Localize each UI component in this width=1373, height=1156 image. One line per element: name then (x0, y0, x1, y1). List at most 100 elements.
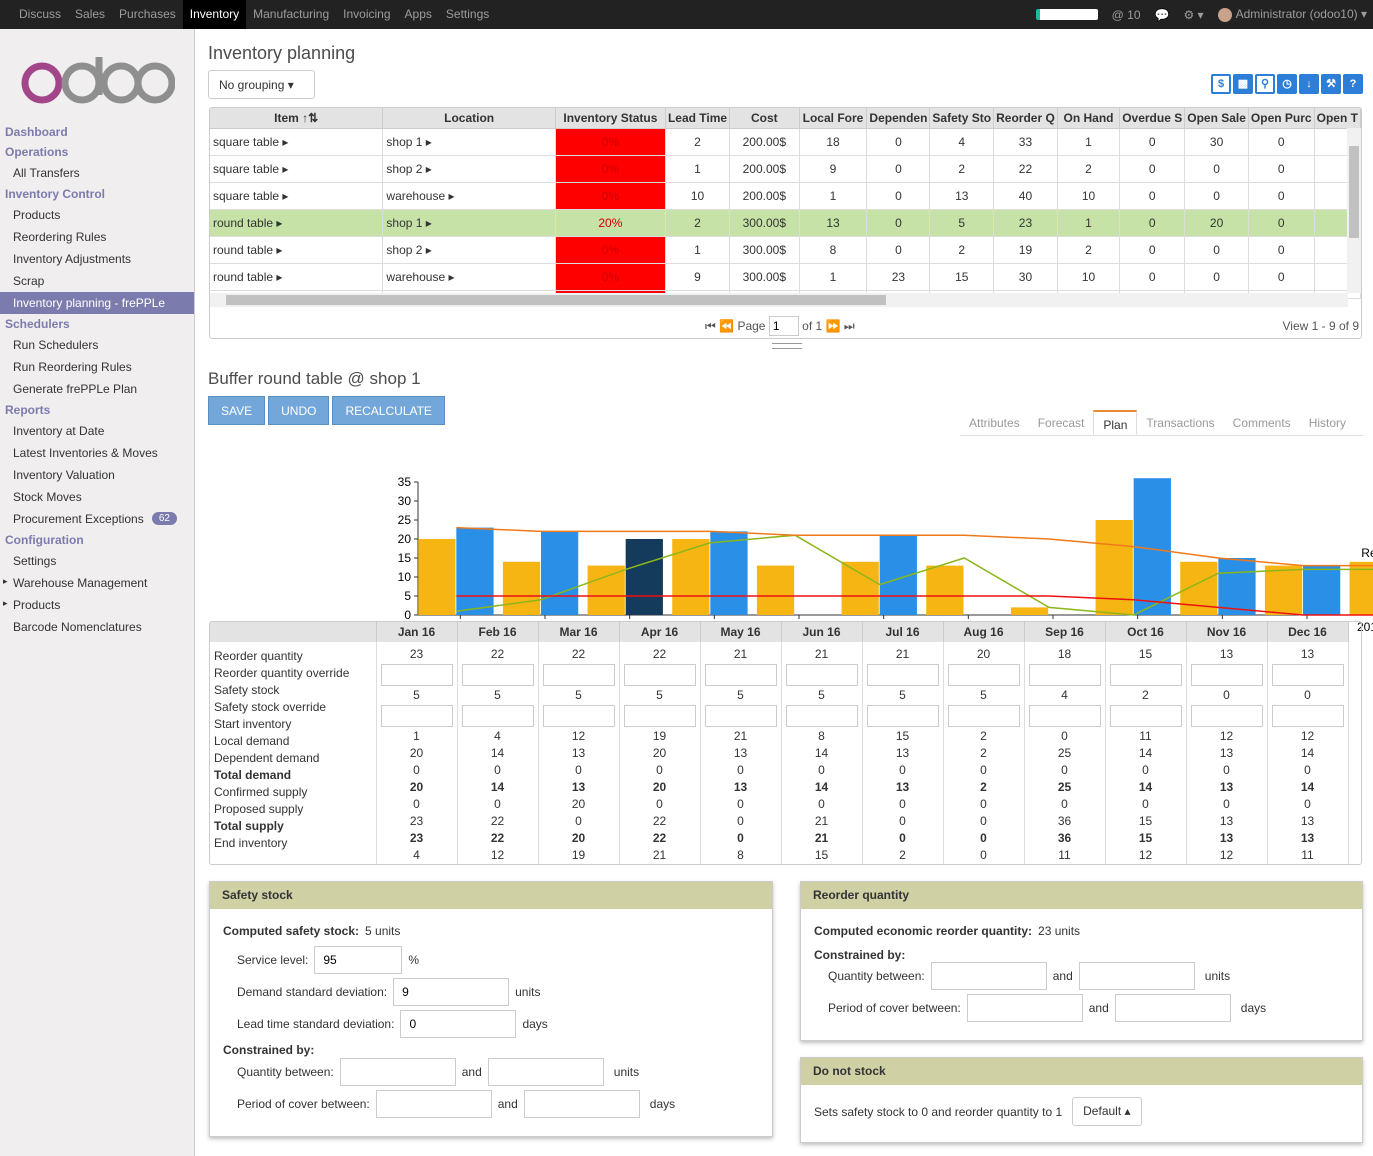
safety-override-input[interactable] (785, 705, 858, 727)
caret-right-icon[interactable]: ▸ (279, 162, 288, 176)
recalculate-button[interactable]: RECALCULATE (332, 396, 445, 425)
wrench-icon[interactable]: ⚒ (1321, 74, 1341, 94)
caret-right-icon[interactable]: ▸ (422, 243, 432, 257)
column-header[interactable]: Open Sale (1184, 108, 1249, 129)
menu-invoicing[interactable]: Invoicing (336, 0, 397, 29)
table-row[interactable]: round table ▸ warehouse ▸ 0% 9 300.00$ 1 23 15 3… (210, 263, 1361, 291)
reorder-override-input[interactable] (785, 664, 858, 686)
chat-icon[interactable]: 💬 (1155, 8, 1170, 22)
caret-right-icon[interactable]: ▸ (273, 216, 282, 230)
table-row[interactable]: round table ▸ shop 2 ▸ 0% 1 300.00$ 8 0 2 19 2 0 0 0 (210, 236, 1361, 264)
caret-right-icon[interactable]: ▸ (422, 162, 432, 176)
safety-cover-max-input[interactable] (523, 1090, 640, 1118)
table-cell[interactable]: shop 1 ▸ (382, 209, 556, 237)
last-page-icon[interactable]: ⏭ (844, 319, 855, 333)
table-cell[interactable]: square table ▸ (210, 128, 384, 156)
tab-forecast[interactable]: Forecast (1029, 410, 1094, 435)
debug-icon[interactable]: ⚙ ▾ (1183, 8, 1203, 22)
dollar-icon[interactable]: $ (1211, 74, 1231, 94)
menu-discuss[interactable]: Discuss (12, 0, 68, 29)
leadtime-stddev-input[interactable] (400, 1010, 517, 1038)
table-row[interactable]: square table ▸ warehouse ▸ 0% 10 200.00$ 1 0 13… (210, 182, 1361, 210)
reorder-override-input[interactable] (866, 664, 939, 686)
menu-apps[interactable]: Apps (398, 0, 439, 29)
table-cell[interactable]: round table ▸ (210, 236, 384, 264)
safety-override-input[interactable] (1028, 705, 1101, 727)
search-icon[interactable]: ⚲ (1255, 74, 1275, 94)
sidebar-item[interactable]: Generate frePPLe Plan (0, 378, 194, 400)
table-row[interactable]: square table ▸ shop 1 ▸ 0% 2 200.00$ 18 0 4 33 1 0… (210, 128, 1361, 156)
caret-right-icon[interactable]: ▸ (422, 135, 432, 149)
tab-history[interactable]: History (1300, 410, 1355, 435)
resize-handle[interactable] (772, 343, 802, 349)
safety-override-input[interactable] (866, 705, 939, 727)
safety-override-input[interactable] (1271, 705, 1344, 727)
table-cell[interactable]: square table ▸ (210, 155, 384, 183)
safety-override-input[interactable] (1109, 705, 1182, 727)
menu-inventory[interactable]: Inventory (182, 0, 247, 29)
reorder-override-input[interactable] (461, 664, 534, 686)
table-cell[interactable]: round table ▸ (210, 209, 384, 237)
prev-page-icon[interactable]: ⏪ (719, 319, 734, 333)
table-row[interactable]: square table ▸ shop 2 ▸ 0% 1 200.00$ 9 0 2 22 2 0 0… (210, 155, 1361, 183)
sidebar-item[interactable]: Procurement Exceptions 62 (0, 508, 194, 530)
nostock-dropdown[interactable]: Default ▴ (1072, 1097, 1142, 1126)
column-header[interactable]: Local Fore (799, 108, 868, 129)
safety-qty-max-input[interactable] (487, 1058, 604, 1086)
reorder-override-input[interactable] (704, 664, 777, 686)
table-cell[interactable]: warehouse ▸ (382, 182, 556, 210)
column-header[interactable]: Reorder Q (993, 108, 1058, 129)
expand-caret-icon[interactable]: ▸ (3, 576, 8, 587)
column-header[interactable]: On Hand (1057, 108, 1121, 129)
reorder-override-input[interactable] (947, 664, 1020, 686)
column-header[interactable]: Inventory Status (555, 108, 666, 129)
next-page-icon[interactable]: ⏩ (826, 319, 841, 333)
caret-right-icon[interactable]: ▸ (279, 189, 288, 203)
reorder-override-input[interactable] (1028, 664, 1101, 686)
safety-override-input[interactable] (461, 705, 534, 727)
safety-override-input[interactable] (380, 705, 453, 727)
sidebar-header-1[interactable]: Operations (0, 142, 194, 162)
download-icon[interactable]: ↓ (1299, 74, 1319, 94)
caret-right-icon[interactable]: ▸ (279, 135, 288, 149)
table-cell[interactable]: shop 2 ▸ (382, 155, 556, 183)
reorder-qty-max-input[interactable] (1078, 962, 1195, 990)
sidebar-item[interactable]: Reordering Rules (0, 226, 194, 248)
sidebar-item[interactable]: All Transfers (0, 162, 194, 184)
safety-override-input[interactable] (1190, 705, 1263, 727)
sidebar-item[interactable]: Products (0, 204, 194, 226)
expand-caret-icon[interactable]: ▸ (3, 598, 8, 609)
tab-comments[interactable]: Comments (1224, 410, 1300, 435)
caret-right-icon[interactable]: ▸ (445, 270, 454, 284)
sidebar-item[interactable]: Latest Inventories & Moves (0, 442, 194, 464)
reorder-override-input[interactable] (1109, 664, 1182, 686)
user-menu[interactable]: Administrator (odoo10) ▾ (1217, 7, 1367, 22)
table-cell[interactable]: shop 1 ▸ (382, 128, 556, 156)
demand-stddev-input[interactable] (393, 978, 510, 1006)
reorder-override-input[interactable] (1190, 664, 1263, 686)
menu-manufacturing[interactable]: Manufacturing (246, 0, 336, 29)
table-cell[interactable]: square table ▸ (210, 182, 384, 210)
sidebar-item[interactable]: Inventory Adjustments (0, 248, 194, 270)
safety-override-input[interactable] (704, 705, 777, 727)
sidebar-item[interactable]: Scrap (0, 270, 194, 292)
sidebar-item[interactable]: Settings (0, 550, 194, 572)
reorder-override-input[interactable] (542, 664, 615, 686)
safety-override-input[interactable] (542, 705, 615, 727)
reorder-qty-min-input[interactable] (930, 962, 1047, 990)
column-header[interactable]: Location (382, 108, 556, 129)
save-button[interactable]: SAVE (208, 396, 266, 425)
caret-right-icon[interactable]: ▸ (273, 243, 282, 257)
safety-override-input[interactable] (947, 705, 1020, 727)
column-header[interactable]: Lead Time (665, 108, 731, 129)
menu-sales[interactable]: Sales (68, 0, 112, 29)
undo-button[interactable]: UNDO (268, 396, 330, 425)
sidebar-header-2[interactable]: Inventory Control (0, 184, 194, 204)
table-row[interactable]: round table ▸ shop 1 ▸ 20% 2 300.00$ 13 0 5 23 1 0… (210, 209, 1361, 237)
table-cell[interactable]: round table ▸ (210, 263, 384, 291)
reorder-override-input[interactable] (1271, 664, 1344, 686)
sidebar-item[interactable]: Barcode Nomenclatures (0, 616, 194, 638)
safety-cover-min-input[interactable] (375, 1090, 492, 1118)
reorder-cover-max-input[interactable] (1114, 994, 1231, 1022)
horizontal-scrollbar[interactable] (210, 293, 1348, 307)
